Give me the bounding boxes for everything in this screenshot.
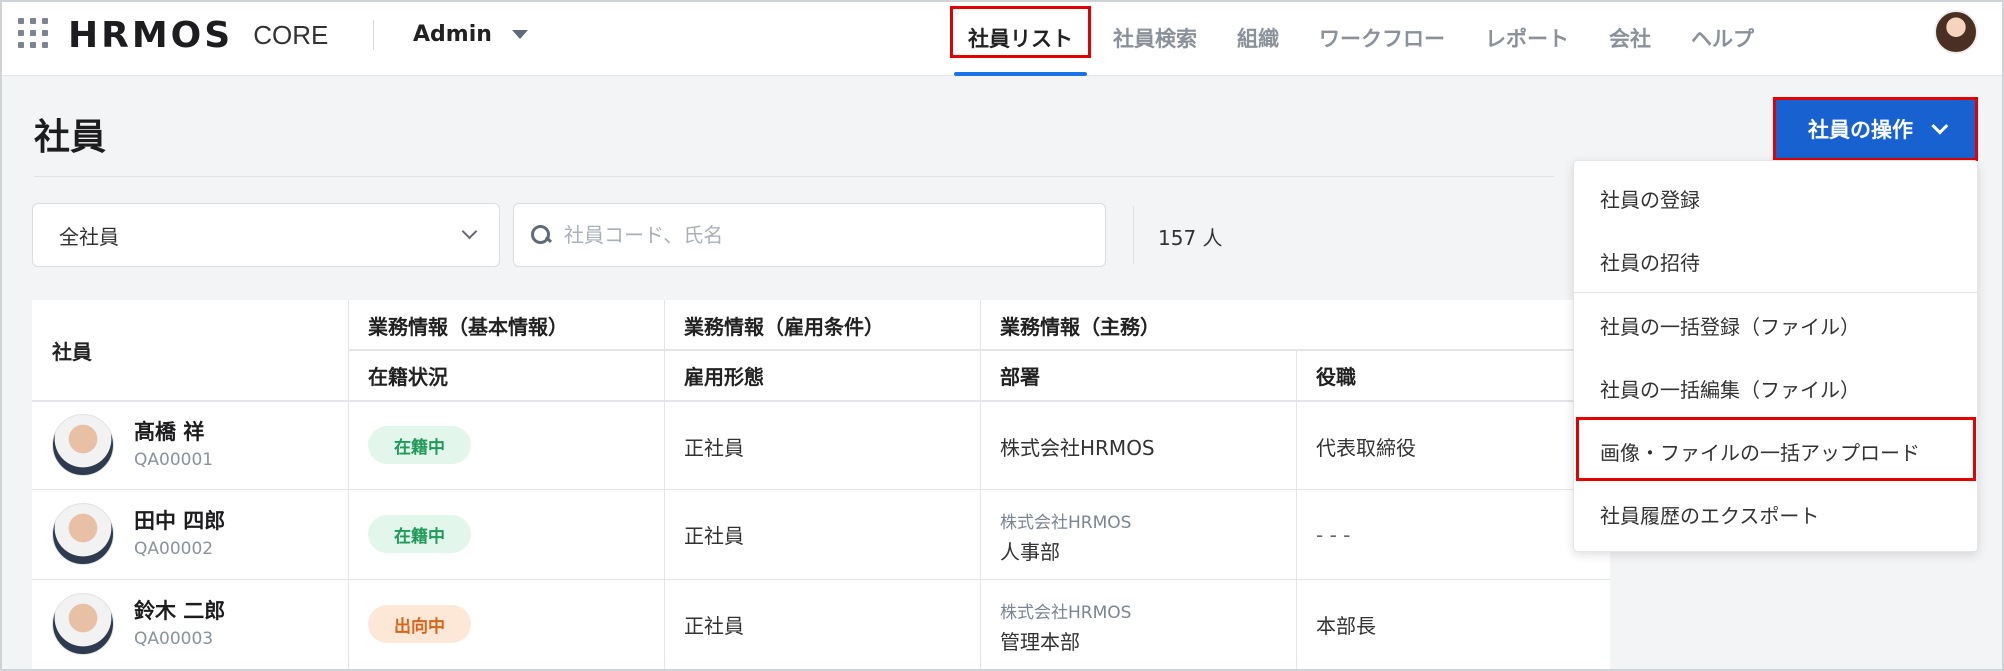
header-main-duty: 業務情報（主務） — [1000, 314, 1160, 339]
page-title: 社員 — [34, 117, 107, 158]
employee-code: QA00003 — [134, 629, 214, 649]
department: 管理本部 — [1000, 629, 1080, 654]
chevron-down-icon — [461, 223, 478, 240]
department: 株式会社HRMOS — [1000, 435, 1155, 460]
ops-button-label: 社員の操作 — [1808, 118, 1913, 142]
nav-label: 会社 — [1609, 27, 1651, 51]
highlight-box — [1576, 417, 1976, 481]
menu-item-bulk-edit[interactable]: 社員の一括編集（ファイル） — [1574, 357, 1979, 419]
nav-label: 社員検索 — [1113, 27, 1197, 51]
menu-item-bulk-register[interactable]: 社員の一括登録（ファイル） — [1574, 294, 1979, 356]
search-icon — [530, 224, 552, 246]
parent-department: 株式会社HRMOS — [1000, 513, 1132, 533]
menu-item-register[interactable]: 社員の登録 — [1574, 167, 1979, 229]
employee-name[interactable]: 髙橋 祥 — [134, 416, 204, 446]
divider — [34, 176, 1554, 177]
nav-workflow[interactable]: ワークフロー — [1299, 0, 1465, 76]
position: 本部長 — [1316, 614, 1376, 638]
employee-name[interactable]: 田中 四郎 — [134, 505, 225, 535]
employee-avatar — [52, 593, 114, 655]
logo[interactable]: HRMOS CORE — [68, 10, 328, 60]
top-bar: HRMOS CORE Admin 社員リスト 社員検索 組織 ワークフロー レポ… — [0, 0, 2004, 76]
chevron-down-icon — [1931, 117, 1949, 135]
role-selector[interactable]: Admin — [413, 16, 528, 52]
caret-down-icon — [511, 29, 528, 39]
employee-name[interactable]: 鈴木 二郎 — [134, 595, 225, 625]
employee-avatar — [52, 414, 114, 476]
employee-count: 157 人 — [1158, 226, 1223, 250]
scope-value: 全社員 — [59, 224, 119, 249]
employee-scope-select[interactable]: 全社員 — [32, 203, 500, 267]
app-grid-icon[interactable] — [18, 18, 48, 48]
employee-code: QA00001 — [134, 450, 214, 470]
position: 代表取締役 — [1316, 435, 1416, 460]
status-badge: 在籍中 — [368, 515, 471, 553]
header-basic-info: 業務情報（基本情報） — [368, 314, 568, 339]
employment-type: 正社員 — [684, 435, 744, 460]
column-divider — [980, 300, 981, 671]
employee-operations-button[interactable]: 社員の操作 — [1773, 97, 1978, 161]
search-box — [513, 203, 1106, 267]
employee-code: QA00002 — [134, 539, 214, 559]
nav-organization[interactable]: 組織 — [1217, 0, 1299, 76]
column-divider — [348, 300, 349, 671]
header-employment-type[interactable]: 雇用形態 — [684, 350, 764, 400]
menu-item-export-history[interactable]: 社員履歴のエクスポート — [1574, 483, 1979, 545]
employment-type: 正社員 — [684, 614, 744, 638]
nav-label: ワークフロー — [1319, 27, 1445, 51]
header-department[interactable]: 部署 — [1000, 350, 1040, 400]
status-badge: 在籍中 — [368, 426, 471, 464]
nav-label: 組織 — [1237, 27, 1279, 51]
column-divider — [1296, 350, 1297, 671]
user-avatar[interactable] — [1934, 10, 1978, 54]
divider — [1133, 206, 1134, 264]
highlight-box — [950, 6, 1091, 58]
employee-table: 社員 業務情報（基本情報） 業務情報（雇用条件） 業務情報（主務） 在籍状況 雇… — [32, 300, 1610, 671]
logo-main: HRMOS — [68, 14, 234, 56]
department: 人事部 — [1000, 539, 1060, 564]
main-nav: 社員リスト 社員検索 組織 ワークフロー レポート 会社 ヘルプ — [948, 0, 1774, 76]
menu-divider — [1574, 292, 1979, 293]
nav-report[interactable]: レポート — [1465, 0, 1589, 76]
logo-sub: CORE — [253, 19, 329, 50]
nav-label: ヘルプ — [1691, 27, 1754, 51]
nav-help[interactable]: ヘルプ — [1671, 0, 1774, 76]
search-input[interactable] — [564, 223, 1084, 247]
role-label: Admin — [413, 21, 492, 47]
header-employee[interactable]: 社員 — [52, 300, 92, 400]
header-position[interactable]: 役職 — [1316, 350, 1356, 400]
nav-company[interactable]: 会社 — [1589, 0, 1671, 76]
nav-employee-search[interactable]: 社員検索 — [1093, 0, 1217, 76]
header-employment-terms: 業務情報（雇用条件） — [684, 314, 884, 339]
status-badge: 出向中 — [368, 605, 471, 643]
menu-item-invite[interactable]: 社員の招待 — [1574, 230, 1979, 292]
employee-avatar — [52, 503, 114, 565]
employment-type: 正社員 — [684, 524, 744, 548]
parent-department: 株式会社HRMOS — [1000, 603, 1132, 623]
header-status[interactable]: 在籍状況 — [368, 350, 448, 400]
employee-operations-menu: 社員の登録 社員の招待 社員の一括登録（ファイル） 社員の一括編集（ファイル） … — [1573, 160, 1979, 552]
nav-employee-list[interactable]: 社員リスト — [948, 0, 1093, 76]
column-divider — [664, 300, 665, 671]
nav-label: レポート — [1485, 27, 1569, 51]
divider — [373, 20, 374, 50]
position: - - - — [1316, 522, 1351, 547]
